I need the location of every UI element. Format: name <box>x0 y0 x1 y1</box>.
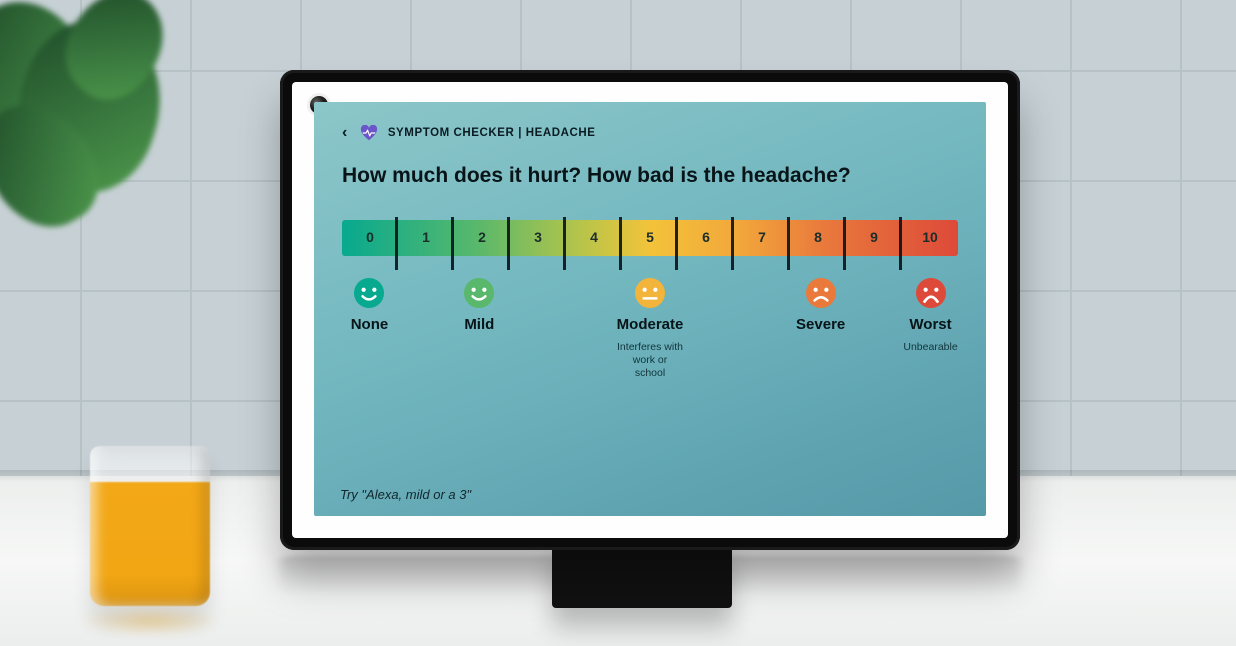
scale-level-slot-7 <box>738 278 793 380</box>
scale-value-6[interactable]: 6 <box>678 220 734 256</box>
scale-level-slot-0: None <box>342 278 397 380</box>
face-icon-worst[interactable] <box>916 278 946 308</box>
scale-value-10[interactable]: 10 <box>902 220 958 256</box>
pain-scale-ticks: 012345678910 <box>342 220 958 256</box>
level-sublabel-worst: Unbearable <box>903 341 957 354</box>
pain-scale-faces-row: None Mild Moderate Interferes with work or … <box>342 278 958 380</box>
scale-level-slot-4 <box>562 278 617 380</box>
scale-value-8[interactable]: 8 <box>790 220 846 256</box>
scale-level-slot-1 <box>397 278 452 380</box>
level-label-moderate: Moderate <box>617 316 684 333</box>
face-icon-none[interactable] <box>354 278 384 308</box>
question-text: How much does it hurt? How bad is the he… <box>342 164 958 188</box>
scale-value-2[interactable]: 2 <box>454 220 510 256</box>
level-sublabel-moderate: Interferes with work or school <box>617 341 684 380</box>
scale-value-1[interactable]: 1 <box>398 220 454 256</box>
face-icon-moderate[interactable] <box>635 278 665 308</box>
face-icon-severe[interactable] <box>806 278 836 308</box>
app-title: SYMPTOM CHECKER | HEADACHE <box>388 127 596 139</box>
level-label-none: None <box>351 316 389 333</box>
level-label-severe: Severe <box>796 316 845 333</box>
level-label-mild: Mild <box>464 316 494 333</box>
scale-level-slot-6 <box>683 278 738 380</box>
plant-decor <box>0 0 180 250</box>
scale-value-3[interactable]: 3 <box>510 220 566 256</box>
heart-health-icon <box>360 125 378 141</box>
scale-level-slot-5: Moderate Interferes with work or school <box>617 278 684 380</box>
scale-level-slot-2: Mild <box>452 278 507 380</box>
voice-hint-text: Try "Alexa, mild or a 3" <box>340 487 471 502</box>
scale-level-slot-10: Worst Unbearable <box>903 278 958 380</box>
pain-scale: 012345678910 None Mild Moderate Interferes … <box>342 220 958 380</box>
scale-value-9[interactable]: 9 <box>846 220 902 256</box>
device-bezel: ‹ SYMPTOM CHECKER | HEADACHE How much do… <box>292 82 1008 538</box>
scale-level-slot-8: Severe <box>793 278 848 380</box>
scale-value-4[interactable]: 4 <box>566 220 622 256</box>
symptom-checker-app: ‹ SYMPTOM CHECKER | HEADACHE How much do… <box>314 102 986 516</box>
face-icon-mild[interactable] <box>464 278 494 308</box>
scale-value-5[interactable]: 5 <box>622 220 678 256</box>
scale-level-slot-9 <box>848 278 903 380</box>
scale-value-0[interactable]: 0 <box>342 220 398 256</box>
pain-scale-bar: 012345678910 <box>342 220 958 256</box>
scale-level-slot-3 <box>507 278 562 380</box>
app-header: ‹ SYMPTOM CHECKER | HEADACHE <box>342 120 958 146</box>
orange-juice-glass <box>90 446 210 606</box>
juice-reflection <box>80 606 220 636</box>
smart-display-device: ‹ SYMPTOM CHECKER | HEADACHE How much do… <box>280 70 1020 550</box>
kitchen-scene: ‹ SYMPTOM CHECKER | HEADACHE How much do… <box>0 0 1236 646</box>
scale-value-7[interactable]: 7 <box>734 220 790 256</box>
back-button[interactable]: ‹ <box>342 120 350 146</box>
level-label-worst: Worst <box>909 316 951 333</box>
